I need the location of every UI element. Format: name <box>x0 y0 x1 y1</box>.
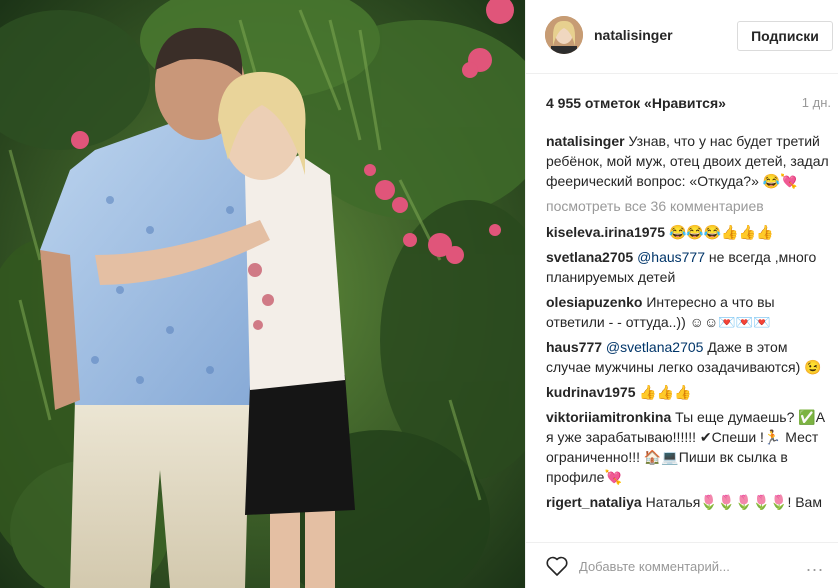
photo-illustration <box>0 0 525 588</box>
comment-author[interactable]: kudrinav1975 <box>546 384 636 400</box>
comment-item: rigert_nataliya Наталья🌷🌷🌷🌷🌷! Вам <box>546 492 833 512</box>
comments-list: natalisinger Узнав, что у нас будет трет… <box>546 131 833 517</box>
comment-text: 👍👍👍 <box>635 384 692 400</box>
comment-author[interactable]: svetlana2705 <box>546 249 633 265</box>
post-timestamp[interactable]: 1 дн. <box>802 95 831 110</box>
caption: natalisinger Узнав, что у нас будет трет… <box>546 131 833 191</box>
post-username[interactable]: natalisinger <box>594 27 673 43</box>
caption-author[interactable]: natalisinger <box>546 133 625 149</box>
comment-item: kudrinav1975 👍👍👍 <box>546 382 833 402</box>
post-photo[interactable] <box>0 0 525 588</box>
comment-author[interactable]: viktoriiamitronkina <box>546 409 671 425</box>
more-options-icon[interactable]: ... <box>803 555 827 577</box>
heart-outline-icon[interactable] <box>545 555 569 577</box>
comment-mention[interactable]: @haus777 <box>633 249 705 265</box>
comment-item: olesiapuzenko Интересно а что вы ответил… <box>546 292 833 332</box>
comment-author[interactable]: haus777 <box>546 339 602 355</box>
post-header: natalisinger Подписки <box>526 0 838 74</box>
comment-item: kiseleva.irina1975 😂😂😂👍👍👍 <box>546 222 833 242</box>
comment-text: Наталья🌷🌷🌷🌷🌷! Вам <box>641 494 822 510</box>
comment-author[interactable]: rigert_nataliya <box>546 494 642 510</box>
post-sidebar: natalisinger Подписки 4 955 отметок «Нра… <box>525 0 838 588</box>
comment-item: viktoriiamitronkina Ты еще думаешь? ✅А я… <box>546 407 833 487</box>
comment-mention[interactable]: @svetlana2705 <box>602 339 704 355</box>
comment-item: haus777 @svetlana2705 Даже в этом случае… <box>546 337 833 377</box>
likes-row: 4 955 отметок «Нравится» 1 дн. <box>546 95 831 111</box>
view-all-comments-link[interactable]: посмотреть все 36 комментариев <box>546 196 833 216</box>
add-comment-bar: ... <box>526 542 838 588</box>
likes-count[interactable]: 4 955 отметок «Нравится» <box>546 95 726 111</box>
comment-input[interactable] <box>579 555 779 577</box>
avatar[interactable] <box>545 16 583 54</box>
comment-text: 😂😂😂👍👍👍 <box>665 224 774 240</box>
follow-button[interactable]: Подписки <box>737 21 833 51</box>
comment-item: svetlana2705 @haus777 не всегда ,много п… <box>546 247 833 287</box>
comment-author[interactable]: olesiapuzenko <box>546 294 642 310</box>
comment-author[interactable]: kiseleva.irina1975 <box>546 224 665 240</box>
